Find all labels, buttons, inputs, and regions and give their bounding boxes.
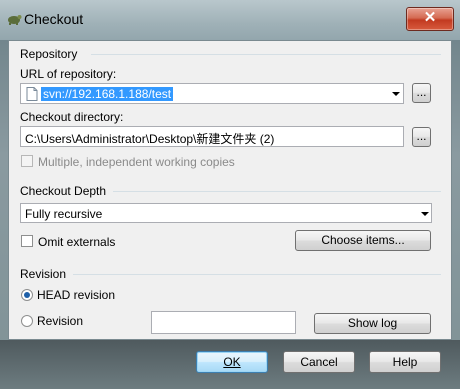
checkout-directory-label: Checkout directory: bbox=[20, 110, 124, 124]
close-button[interactable]: ✕ bbox=[406, 7, 454, 31]
checkout-depth-select[interactable]: Fully recursive bbox=[20, 203, 432, 223]
checkout-depth-group-divider bbox=[113, 191, 441, 192]
url-value: svn://192.168.1.188/test bbox=[41, 87, 174, 101]
revision-group-label: Revision bbox=[20, 267, 67, 281]
chevron-down-icon bbox=[392, 92, 400, 96]
checkout-directory-browse-button[interactable]: ... bbox=[412, 127, 431, 147]
window-title: Checkout bbox=[24, 11, 84, 27]
cancel-button[interactable]: Cancel bbox=[283, 351, 355, 373]
ok-button[interactable]: OK bbox=[196, 351, 268, 373]
ok-label: OK bbox=[223, 355, 241, 369]
omit-externals-label: Omit externals bbox=[38, 235, 116, 249]
browse-label: ... bbox=[416, 129, 427, 143]
checkout-depth-value: Fully recursive bbox=[25, 207, 103, 221]
close-icon: ✕ bbox=[423, 9, 437, 26]
repository-group-label: Repository bbox=[20, 47, 78, 61]
revision-label: Revision bbox=[37, 314, 84, 328]
omit-externals-checkbox[interactable] bbox=[21, 235, 33, 247]
show-log-button[interactable]: Show log bbox=[314, 313, 431, 334]
choose-items-label: Choose items... bbox=[321, 233, 405, 247]
title-bar[interactable]: Checkout ✕ bbox=[0, 0, 460, 40]
checkout-directory-input[interactable]: C:\Users\Administrator\Desktop\新建文件夹 (2) bbox=[20, 126, 404, 147]
head-revision-radio[interactable] bbox=[21, 289, 33, 301]
chevron-down-icon bbox=[421, 212, 429, 216]
multiple-working-copies-checkbox[interactable] bbox=[21, 155, 33, 167]
multiple-working-copies-label: Multiple, independent working copies bbox=[38, 155, 235, 169]
url-browse-button[interactable]: ... bbox=[412, 83, 431, 103]
head-revision-label: HEAD revision bbox=[37, 288, 116, 302]
choose-items-button[interactable]: Choose items... bbox=[295, 230, 431, 251]
browse-label: ... bbox=[416, 85, 427, 99]
radio-selected-dot bbox=[24, 292, 30, 298]
revision-input[interactable] bbox=[151, 311, 296, 334]
revision-group-divider bbox=[73, 274, 441, 275]
show-log-label: Show log bbox=[347, 316, 398, 330]
checkout-depth-group-label: Checkout Depth bbox=[20, 184, 107, 198]
help-button[interactable]: Help bbox=[369, 351, 441, 373]
tortoisesvn-icon bbox=[8, 15, 22, 25]
url-label: URL of repository: bbox=[20, 67, 117, 81]
dialog-client-area: Repository URL of repository: svn://192.… bbox=[8, 40, 452, 340]
cancel-label: Cancel bbox=[300, 355, 338, 369]
revision-radio[interactable] bbox=[21, 315, 33, 327]
url-combobox[interactable]: svn://192.168.1.188/test bbox=[20, 83, 404, 104]
help-label: Help bbox=[392, 355, 418, 369]
file-icon bbox=[26, 87, 38, 101]
repository-group-divider bbox=[91, 54, 441, 55]
checkout-directory-value: C:\Users\Administrator\Desktop\新建文件夹 (2) bbox=[25, 132, 275, 146]
